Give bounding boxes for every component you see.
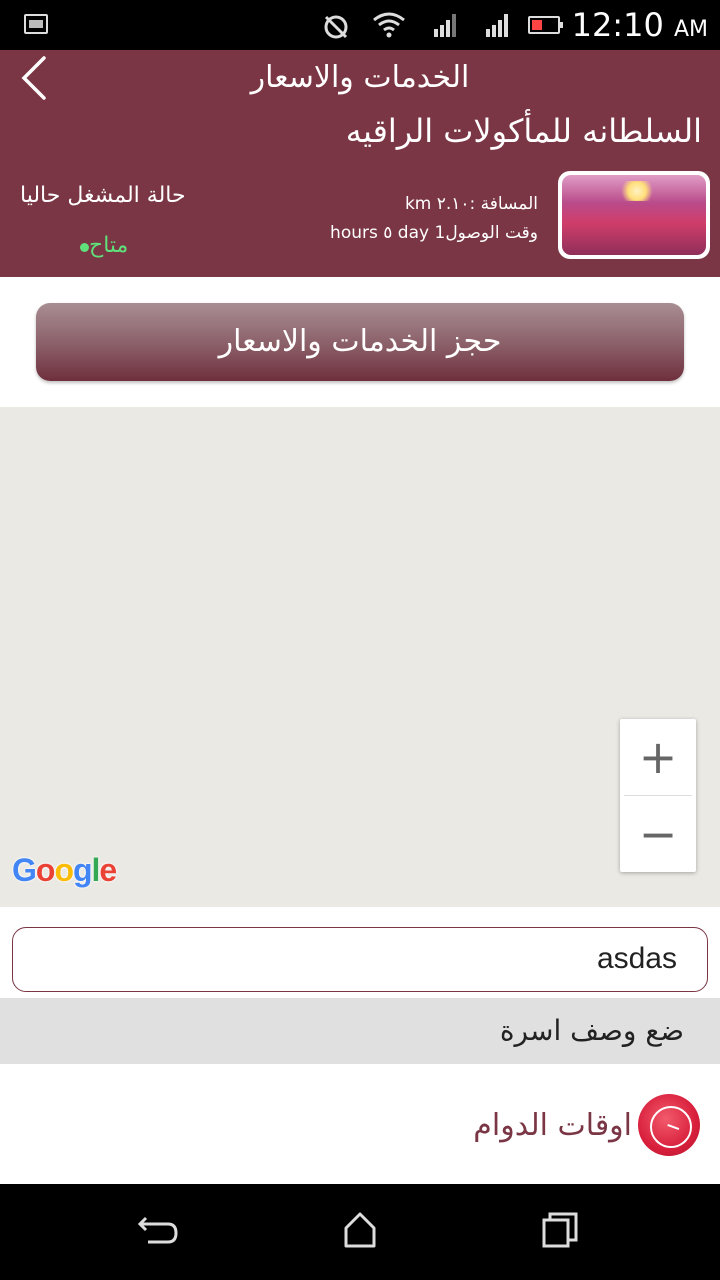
- google-logo-letter: o: [54, 852, 74, 888]
- clock-time: 12:10 AM: [571, 6, 708, 44]
- clock-icon: [638, 1094, 700, 1156]
- battery-icon: [528, 16, 563, 34]
- signal-2-icon: [486, 14, 508, 37]
- zoom-out-button[interactable]: −: [620, 796, 696, 872]
- shop-image: [562, 175, 706, 255]
- nav-recents-button[interactable]: [530, 1204, 590, 1260]
- zoom-in-button[interactable]: +: [620, 719, 696, 795]
- nav-back-button[interactable]: [130, 1204, 190, 1260]
- page-title: الخدمات والاسعار: [250, 60, 470, 95]
- system-nav-bar: [0, 1184, 720, 1280]
- back-icon: [137, 1216, 178, 1244]
- availability-text: متاح: [89, 233, 129, 258]
- signal-1-icon: [434, 14, 456, 37]
- nav-home-button[interactable]: [330, 1204, 390, 1260]
- status-dot-icon: [80, 243, 89, 252]
- google-logo-letter: g: [72, 852, 93, 888]
- description-bar[interactable]: ضع وصف اسرة: [0, 998, 720, 1064]
- map-zoom-controls: + −: [620, 719, 696, 872]
- google-logo-letter: e: [99, 852, 117, 888]
- working-hours-label: اوقات الدوام: [473, 1107, 632, 1143]
- availability-badge: متاح: [78, 233, 128, 258]
- status-bar: 12:10 AM: [0, 0, 720, 50]
- notification-icon: [24, 14, 48, 34]
- book-services-button[interactable]: حجز الخدمات والاسعار: [36, 303, 684, 381]
- arrival-time-text: وقت الوصول1 day ٥ hours: [330, 223, 538, 243]
- shop-thumbnail[interactable]: [558, 171, 710, 259]
- home-icon: [344, 1212, 376, 1248]
- header: الخدمات والاسعار السلطانه للمأكولات الرا…: [0, 50, 720, 277]
- map-view[interactable]: [0, 407, 720, 907]
- google-logo: Google: [12, 852, 117, 889]
- description-input[interactable]: asdas: [12, 927, 708, 992]
- operator-status-label: حالة المشغل حاليا: [20, 183, 186, 208]
- sync-icon: [324, 15, 348, 39]
- recents-icon: [542, 1212, 578, 1248]
- wifi-icon: [373, 12, 405, 38]
- working-hours-button[interactable]: اوقات الدوام: [473, 1094, 700, 1156]
- distance-text: المسافة :٢.١٠ km: [404, 194, 538, 214]
- google-logo-letter: o: [35, 852, 56, 888]
- google-logo-letter: G: [12, 852, 37, 888]
- shop-name: السلطانه للمأكولات الراقيه: [345, 112, 702, 150]
